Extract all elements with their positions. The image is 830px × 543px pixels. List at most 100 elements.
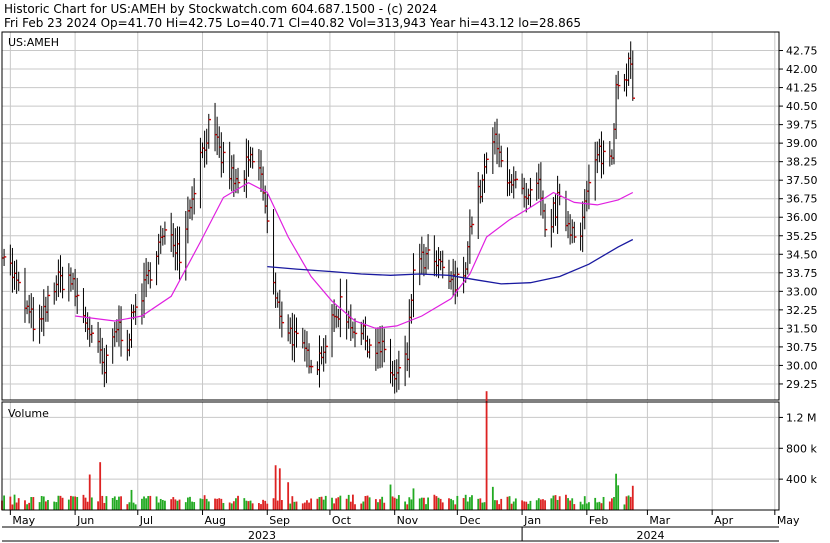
volume-bar <box>128 502 131 510</box>
volume-bar <box>433 494 436 510</box>
volume-bar <box>441 502 444 510</box>
volume-bar <box>164 500 166 510</box>
volume-bar <box>567 498 569 510</box>
volume-bar <box>554 495 557 510</box>
price-tick-label: 41.25 <box>786 82 818 95</box>
volume-bar <box>310 498 313 510</box>
chart-header-title: Historic Chart for US:AMEH by Stockwatch… <box>4 2 437 16</box>
volume-bar <box>552 495 555 510</box>
volume-bar <box>596 502 599 510</box>
volume-bar <box>481 502 484 510</box>
volume-bar <box>145 498 148 510</box>
volume-bar <box>170 499 173 510</box>
price-tick-label: 40.50 <box>786 100 818 113</box>
chart-svg: Historic Chart for US:AMEH by Stockwatch… <box>0 0 830 543</box>
volume-bar <box>293 501 296 510</box>
volume-bar <box>287 482 290 510</box>
month-tick-label: Jun <box>76 514 94 527</box>
volume-bar <box>456 495 459 510</box>
volume-bar <box>99 462 102 510</box>
volume-bar <box>585 503 588 510</box>
volume-bar <box>141 498 143 510</box>
volume-bar <box>132 502 135 510</box>
volume-bar <box>218 498 221 510</box>
volume-bar <box>26 504 28 510</box>
volume-bar <box>631 485 634 510</box>
volume-bar <box>291 496 294 510</box>
volume-bar <box>496 500 498 510</box>
volume-bar <box>377 502 379 510</box>
volume-bar <box>318 497 321 510</box>
volume-bar <box>47 499 49 510</box>
volume-bar <box>260 504 262 510</box>
volume-bar <box>115 499 118 510</box>
volume-bar <box>207 501 210 510</box>
volume-bar <box>608 501 611 510</box>
volume-bar <box>537 498 540 510</box>
volume-bar <box>544 500 546 510</box>
volume-bar <box>276 500 279 510</box>
volume-bar <box>258 503 260 510</box>
volume-bar <box>462 498 465 510</box>
volume-bar <box>184 502 187 510</box>
price-tick-label: 36.00 <box>786 211 818 224</box>
volume-label: Volume <box>8 407 49 420</box>
volume-bar <box>61 497 64 510</box>
volume-bar <box>111 497 114 510</box>
volume-bar <box>598 501 601 510</box>
volume-bar <box>615 473 617 510</box>
volume-bar <box>134 504 137 510</box>
volume-bar <box>408 497 411 510</box>
volume-bar <box>391 496 394 510</box>
volume-bar <box>617 485 620 510</box>
volume-tick-label: 400 k <box>786 473 817 486</box>
volume-bar <box>308 502 310 510</box>
volume-bar <box>425 504 427 510</box>
volume-bar <box>316 498 319 510</box>
price-tick-label: 34.50 <box>786 248 818 261</box>
symbol-label: US:AMEH <box>8 36 59 49</box>
price-tick-label: 33.00 <box>786 285 818 298</box>
volume-bar <box>24 500 26 510</box>
volume-bar <box>611 498 613 510</box>
volume-bar <box>477 498 480 510</box>
volume-bar <box>57 495 60 510</box>
price-tick-label: 42.00 <box>786 63 818 76</box>
volume-bar <box>301 503 304 510</box>
volume-bar <box>70 495 72 510</box>
volume-bar <box>374 499 377 510</box>
volume-bar <box>159 498 162 510</box>
volume-bar <box>448 498 450 510</box>
volume-bar <box>191 501 193 510</box>
volume-bar <box>527 503 530 510</box>
volume-bar <box>335 498 338 510</box>
volume-bar <box>498 504 501 510</box>
volume-bar <box>542 499 544 510</box>
volume-bar <box>529 500 532 510</box>
volume-bar <box>579 501 582 510</box>
volume-bar <box>9 496 12 510</box>
volume-bar <box>420 497 423 510</box>
volume-bar <box>11 504 14 510</box>
volume-bar <box>105 496 108 510</box>
volume-bar <box>525 501 528 510</box>
volume-bar <box>172 497 175 510</box>
volume-bar <box>588 502 590 510</box>
volume-bar <box>629 496 632 510</box>
volume-bar <box>149 495 152 510</box>
chart-background <box>0 0 830 543</box>
month-tick-label: Apr <box>714 514 734 527</box>
volume-bar <box>521 500 523 510</box>
volume-bar <box>404 501 407 510</box>
volume-bar <box>214 498 216 510</box>
volume-bar <box>289 503 292 510</box>
volume-bar <box>176 500 179 510</box>
volume-bar <box>435 496 438 510</box>
volume-bar <box>602 496 605 510</box>
volume-bar <box>274 465 277 510</box>
volume-bar <box>345 498 348 510</box>
price-tick-label: 33.75 <box>786 267 818 280</box>
volume-bar <box>3 495 5 510</box>
volume-bar <box>418 498 421 510</box>
volume-bar <box>362 501 365 510</box>
